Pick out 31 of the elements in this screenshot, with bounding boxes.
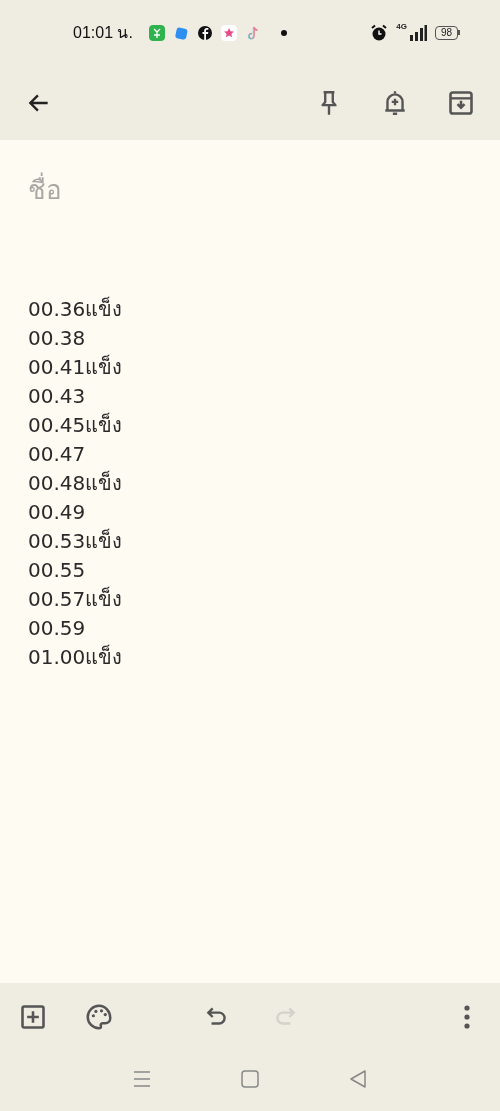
- triangle-icon: [349, 1069, 367, 1088]
- note-line: 00.43: [28, 383, 86, 410]
- dot-icon: [280, 29, 287, 36]
- note-line: 00.49: [28, 499, 86, 526]
- note-line: 00.41แข็ง: [28, 353, 123, 381]
- note-line: 00.47: [28, 441, 86, 468]
- note-line: 01.00แข็ง: [28, 643, 123, 671]
- app-icon: [148, 24, 165, 41]
- home-icon: [241, 1069, 259, 1088]
- facebook-icon: [196, 24, 213, 41]
- bell-plus-icon: [382, 88, 408, 117]
- more-options-icon: [463, 1003, 471, 1030]
- home-button[interactable]: [241, 1069, 259, 1088]
- triangle-button[interactable]: [349, 1069, 367, 1088]
- alarm-clock-icon: [370, 23, 389, 42]
- note-line: 00.38: [28, 325, 86, 352]
- note-line: 00.36แข็ง: [28, 295, 123, 323]
- add-box-icon: [19, 1002, 47, 1031]
- note-line: 00.59: [28, 615, 86, 642]
- menu-icon: [133, 1069, 151, 1088]
- archive-icon: [447, 88, 475, 117]
- note-line: 00.57แข็ง: [28, 585, 123, 613]
- note-line: 00.45แข็ง: [28, 411, 123, 439]
- signal-icon: [408, 24, 427, 41]
- note-line: 00.53แข็ง: [28, 527, 123, 555]
- note-line: 00.48แข็ง: [28, 469, 123, 497]
- network-label: 4G: [396, 22, 407, 31]
- note-line: 00.55: [28, 557, 86, 584]
- title-field[interactable]: ชื่อ: [28, 168, 228, 212]
- battery-indicator: 98: [434, 25, 460, 40]
- clock-time: 01:01 น.: [73, 23, 133, 43]
